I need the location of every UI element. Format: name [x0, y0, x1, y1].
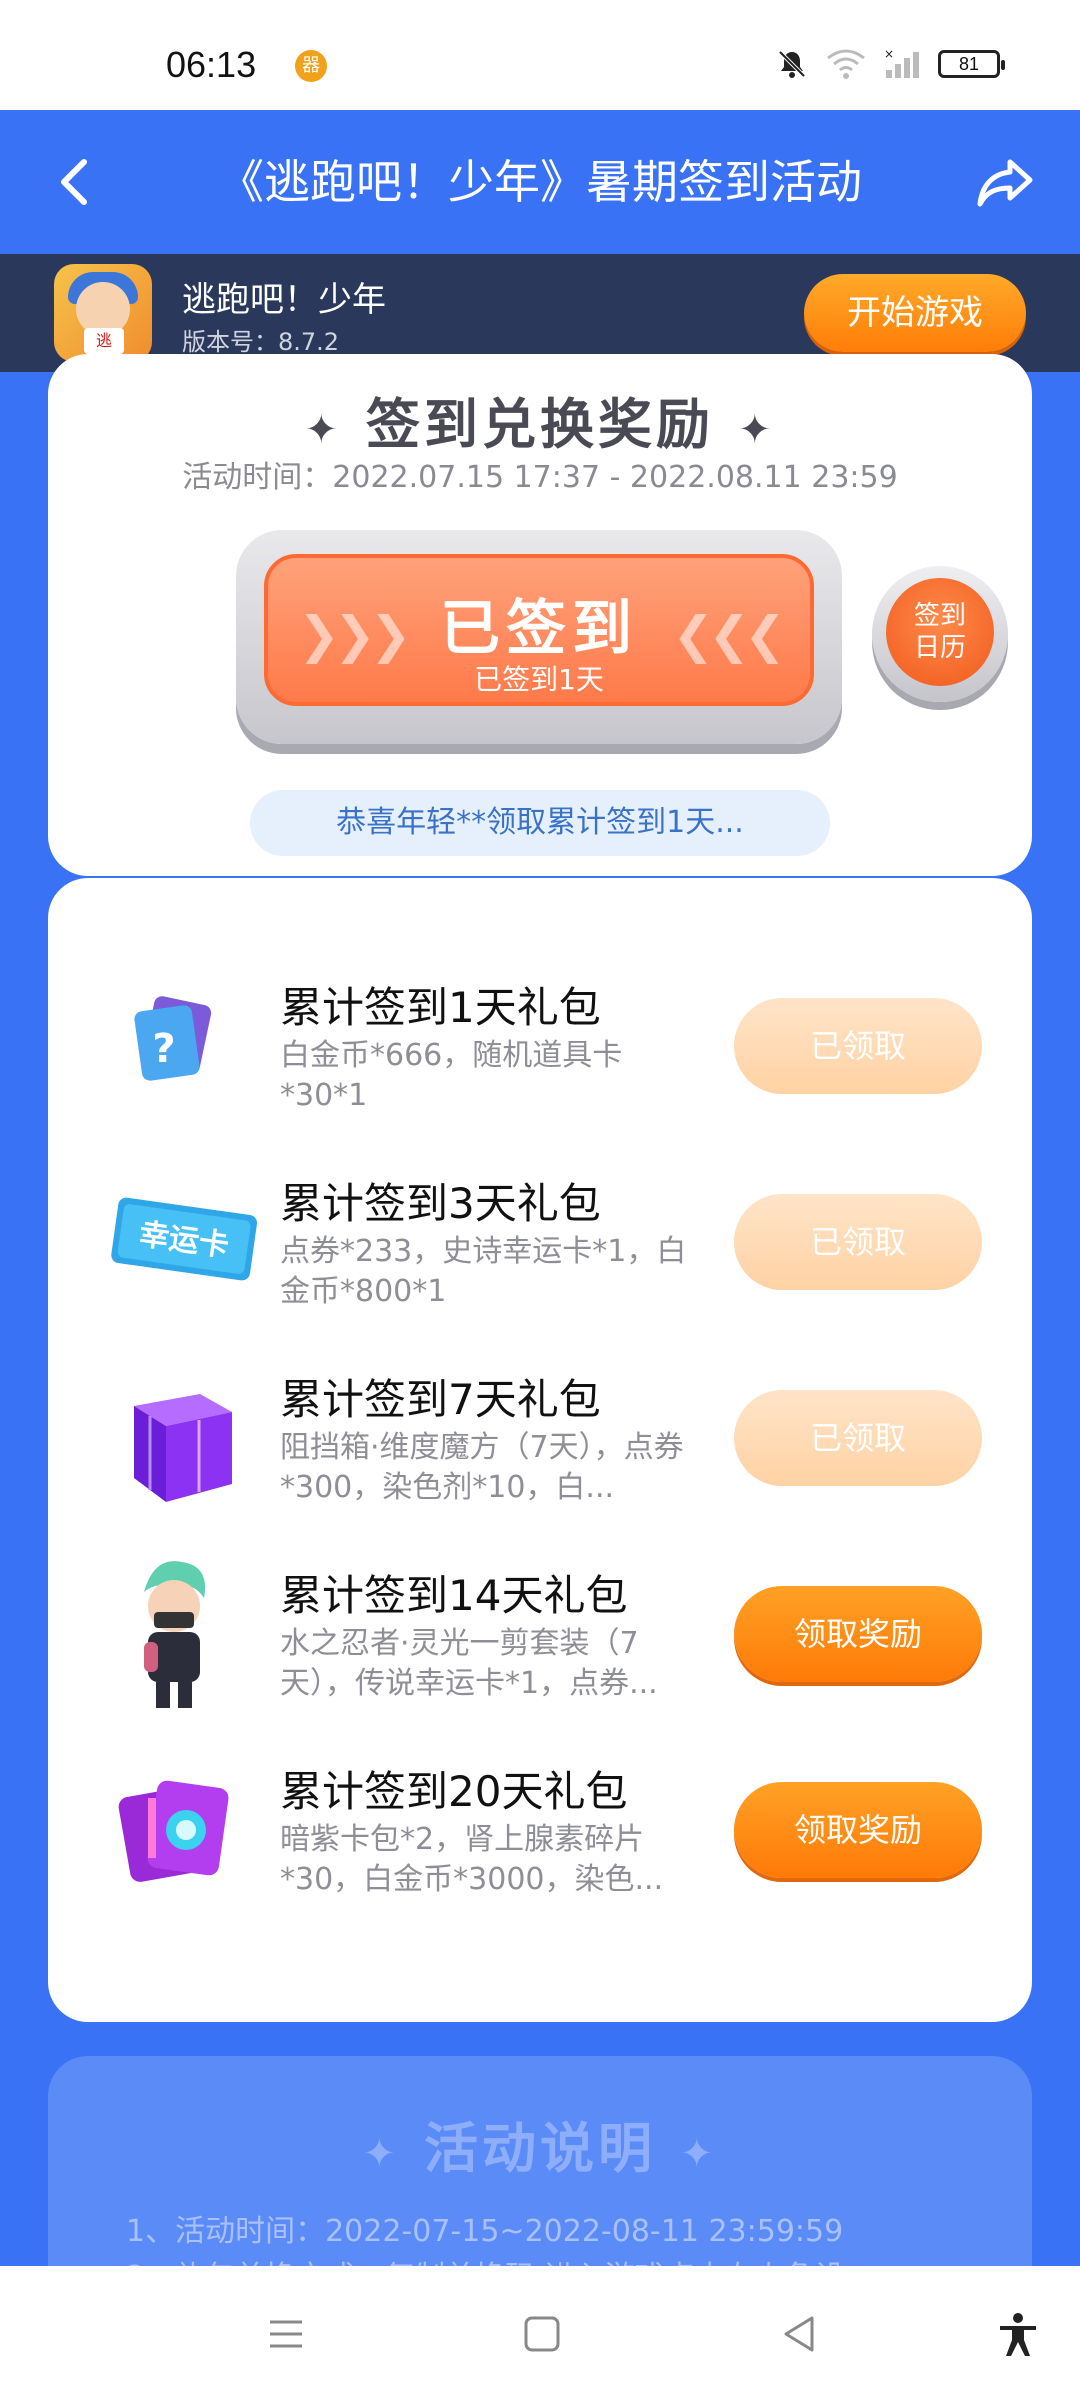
- reward-title: 累计签到7天礼包: [280, 1375, 601, 1424]
- sparkle-icon: ✦: [362, 2131, 400, 2177]
- start-game-button[interactable]: 开始游戏: [804, 274, 1026, 352]
- status-time: 06:13: [166, 44, 257, 85]
- game-icon-tag: 逃: [84, 328, 124, 354]
- claim-reward-button[interactable]: 领取奖励: [734, 1586, 982, 1682]
- back-arrow-icon[interactable]: [48, 154, 104, 210]
- title-bar: 《逃跑吧！少年》暑期签到活动: [0, 110, 1080, 254]
- sign-button-sub: 已签到1天: [474, 663, 604, 696]
- reward-list: ? 累计签到1天礼包 白金币*666，随机道具卡*30*1 已领取 幸运卡 累计…: [48, 878, 1032, 2022]
- sign-button-label: 已签到: [440, 594, 638, 664]
- signal-icon: ×: [884, 48, 919, 78]
- sign-card-title: 签到兑换奖励: [366, 393, 714, 456]
- lucky-card-icon: 幸运卡: [111, 1197, 258, 1281]
- status-bar: 06:13 器 × 81: [0, 0, 1080, 110]
- sign-in-card: ✦ 签到兑换奖励 ✦ 活动时间：2022.07.15 17:37 - 2022.08…: [48, 354, 1032, 876]
- reward-title: 累计签到1天礼包: [280, 983, 601, 1032]
- signed-in-button[interactable]: ❯❯❯ ❮❮❮ 已签到 已签到1天: [264, 554, 814, 706]
- reward-title: 累计签到3天礼包: [280, 1179, 601, 1228]
- claimed-button[interactable]: 已领取: [734, 1390, 982, 1486]
- purple-cube-icon: [134, 1394, 232, 1502]
- status-icons: × 81: [776, 48, 1005, 80]
- activity-period: 活动时间：2022.07.15 17:37 - 2022.08.11 23:59: [182, 460, 898, 495]
- reward-item: 累计签到14天礼包 水之忍者·灵光一剪套装（7天），传说幸运卡*1，点券... …: [48, 1561, 1032, 1758]
- activity-title: 活动说明: [424, 2117, 656, 2180]
- activity-description-card: ✦ 活动说明 ✦ 1、活动时间：2022-07-15~2022-08-11 23:5…: [48, 2056, 1032, 2266]
- sign-card-heading: ✦ 签到兑换奖励 ✦: [48, 380, 1032, 459]
- game-version: 版本号：8.7.2: [182, 328, 340, 356]
- activity-heading: ✦ 活动说明 ✦: [48, 2104, 1032, 2183]
- ninja-character-icon: [144, 1561, 206, 1708]
- activity-rule-1: 1、活动时间：2022-07-15~2022-08-11 23:59:59: [126, 2214, 844, 2249]
- svg-text:?: ?: [152, 1026, 175, 1072]
- reward-item: 累计签到20天礼包 暗紫卡包*2，肾上腺素碎片*30，白金币*3000，染色..…: [48, 1758, 1032, 1954]
- reward-title: 累计签到14天礼包: [280, 1571, 628, 1620]
- reward-desc: 阻挡箱·维度魔方（7天），点券*300，染色剂*10，白...: [280, 1430, 684, 1505]
- page-title: 《逃跑吧！少年》暑期签到活动: [218, 155, 862, 209]
- reward-desc: 点券*233，史诗幸运卡*1，白金币*800*1: [280, 1234, 687, 1309]
- claim-reward-button[interactable]: 领取奖励: [734, 1782, 982, 1878]
- sparkle-icon: ✦: [304, 407, 342, 453]
- reward-desc: 白金币*666，随机道具卡*30*1: [280, 1038, 623, 1113]
- reward-item: 幸运卡 累计签到3天礼包 点券*233，史诗幸运卡*1，白金币*800*1 已领…: [48, 1170, 1032, 1366]
- menu-icon[interactable]: [262, 2310, 310, 2358]
- share-icon[interactable]: [974, 152, 1036, 214]
- app-notification-icon: 器: [295, 50, 327, 82]
- reward-item: 累计签到7天礼包 阻挡箱·维度魔方（7天），点券*300，染色剂*10，白...…: [48, 1366, 1032, 1562]
- claimed-button[interactable]: 已领取: [734, 1194, 982, 1290]
- card-pack-icon: [118, 1780, 229, 1882]
- claimed-button[interactable]: 已领取: [734, 998, 982, 1094]
- reward-title: 累计签到20天礼包: [280, 1767, 628, 1816]
- calendar-label-1: 签到: [913, 601, 966, 631]
- accessibility-icon[interactable]: [994, 2310, 1042, 2358]
- calendar-label-2: 日历: [913, 633, 966, 663]
- reward-desc: 水之忍者·灵光一剪套装（7天），传说幸运卡*1，点券...: [280, 1626, 658, 1701]
- sign-button-frame: ❯❯❯ ❮❮❮ 已签到 已签到1天: [236, 530, 842, 744]
- reward-item: ? 累计签到1天礼包 白金币*666，随机道具卡*30*1 已领取: [48, 974, 1032, 1170]
- mute-bell-icon: [778, 50, 806, 78]
- reward-desc: 暗紫卡包*2，肾上腺素碎片*30，白金币*3000，染色...: [280, 1822, 664, 1897]
- battery-icon: 81: [938, 50, 1005, 78]
- game-app-icon[interactable]: 逃: [54, 264, 152, 362]
- back-icon[interactable]: [776, 2310, 824, 2358]
- svg-text:×: ×: [884, 48, 894, 61]
- game-name: 逃跑吧！少年: [182, 280, 386, 320]
- congrats-ticker: 恭喜年轻**领取累计签到1天...: [250, 790, 830, 856]
- sparkle-icon: ✦: [738, 407, 776, 453]
- activity-rule-2: 2、礼包兑换方式：复制兑换码 进入游戏点击右上角设: [126, 2252, 845, 2266]
- sparkle-icon: ✦: [680, 2131, 718, 2177]
- sign-calendar-button[interactable]: 签到 日历: [872, 566, 1008, 702]
- home-icon[interactable]: [518, 2310, 566, 2358]
- system-nav-bar: [0, 2266, 1080, 2400]
- mystery-card-icon: ?: [134, 996, 212, 1081]
- wifi-icon: [827, 49, 865, 79]
